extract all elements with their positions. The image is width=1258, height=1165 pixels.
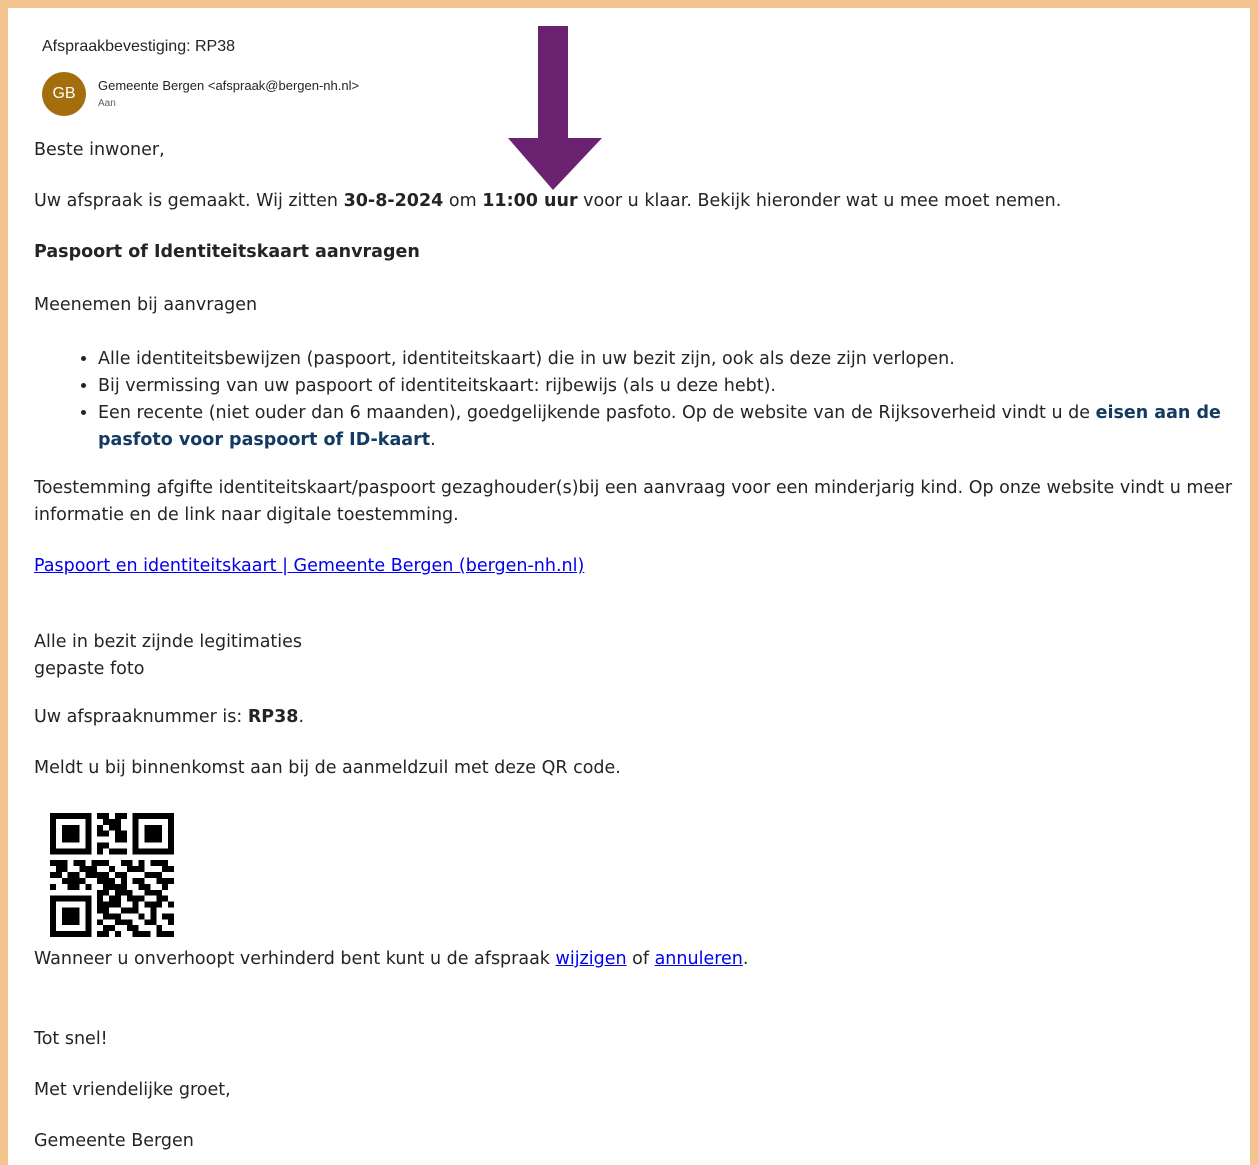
extra-line-2: gepaste foto: [34, 659, 145, 679]
bullet-text: .: [430, 430, 436, 450]
confirmation-line: Uw afspraak is gemaakt. Wij zitten 30-8-…: [34, 188, 1249, 215]
email-frame: Afspraakbevestiging: RP38 GB Gemeente Be…: [0, 0, 1258, 1165]
info-link[interactable]: Paspoort en identiteitskaart | Gemeente …: [34, 556, 584, 576]
section-heading: Paspoort of Identiteitskaart aanvragen: [34, 242, 420, 262]
appointment-label: Uw afspraaknummer is:: [34, 707, 248, 727]
change-text: Wanneer u onverhoopt verhinderd bent kun…: [34, 949, 556, 969]
info-link-line: Paspoort en identiteitskaart | Gemeente …: [34, 553, 1249, 580]
confirm-text: Uw afspraak is gemaakt. Wij zitten: [34, 191, 344, 211]
greeting: Beste inwoner,: [34, 140, 165, 160]
appointment-date: 30-8-2024: [343, 191, 444, 211]
requirements-list: Alle identiteitsbewijzen (paspoort, iden…: [34, 346, 1249, 454]
consent-text: Toestemming afgifte identiteitskaart/pas…: [34, 478, 1233, 525]
confirm-text: voor u klaar. Bekijk hieronder wat u mee…: [577, 191, 1062, 211]
confirm-text: om: [443, 191, 483, 211]
signature: Gemeente Bergen: [34, 1131, 194, 1151]
extra-line-1: Alle in bezit zijnde legitimaties: [34, 632, 303, 652]
appointment-time: 11:00 uur: [482, 191, 578, 211]
down-arrow-icon: [508, 26, 602, 190]
to-label: Aan: [98, 98, 116, 109]
bullet-text: Een recente (niet ouder dan 6 maanden), …: [98, 403, 1096, 423]
avatar[interactable]: GB: [42, 72, 86, 116]
regards-line: Met vriendelijke groet,: [34, 1080, 231, 1100]
closing-line: Tot snel!: [34, 1029, 108, 1049]
list-item: Bij vermissing van uw paspoort of identi…: [98, 373, 1249, 400]
appointment-number-line: Uw afspraaknummer is: RP38.: [34, 704, 1249, 731]
list-item: Alle identiteitsbewijzen (paspoort, iden…: [98, 346, 1249, 373]
sender-address[interactable]: Gemeente Bergen <afspraak@bergen-nh.nl>: [98, 78, 359, 93]
change-line: Wanneer u onverhoopt verhinderd bent kun…: [34, 946, 1249, 973]
qr-code: [50, 813, 174, 937]
change-appointment-link[interactable]: wijzigen: [556, 949, 627, 969]
checkin-text: Meldt u bij binnenkomst aan bij de aanme…: [34, 758, 621, 778]
email-subject: Afspraakbevestiging: RP38: [42, 38, 235, 55]
bring-label: Meenemen bij aanvragen: [34, 295, 258, 315]
appointment-label: .: [298, 707, 305, 727]
change-text: of: [626, 949, 655, 969]
list-item: Een recente (niet ouder dan 6 maanden), …: [98, 400, 1249, 454]
cancel-appointment-link[interactable]: annuleren: [655, 949, 743, 969]
appointment-number: RP38: [247, 707, 299, 727]
change-text: .: [742, 949, 749, 969]
